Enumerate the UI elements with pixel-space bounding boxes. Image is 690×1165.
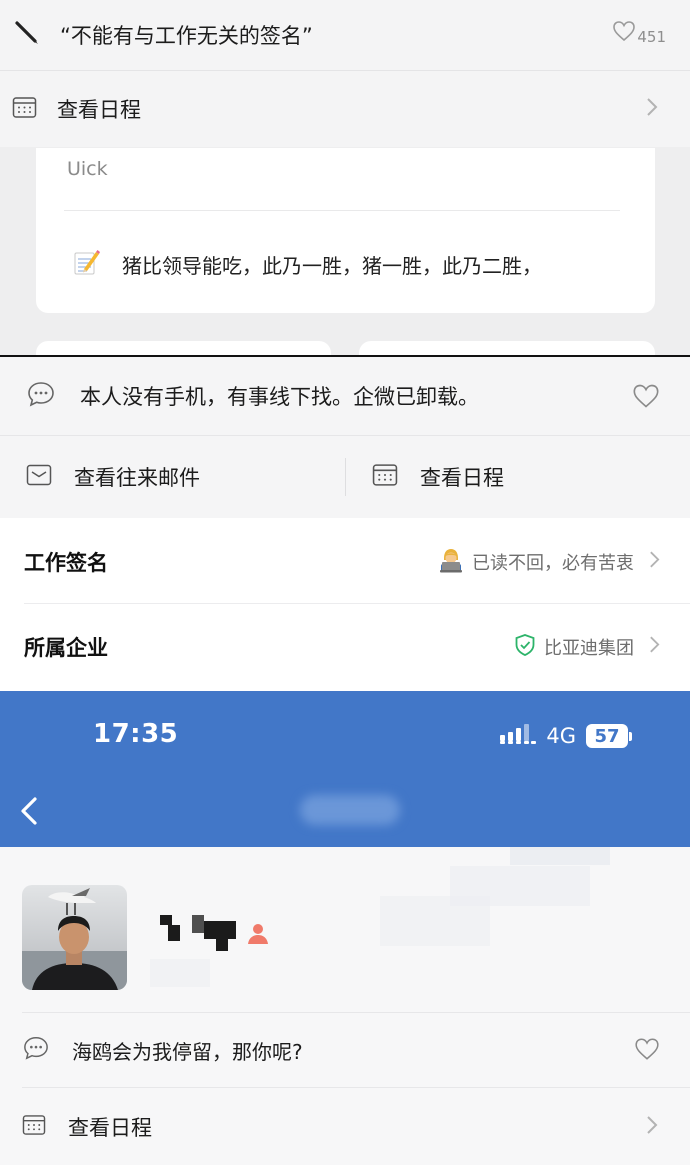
back-button[interactable] [18,795,40,831]
header-bar: 17:35 4G 57 [0,691,690,847]
pixelated-name [216,939,228,951]
divider [345,458,346,496]
company-name: 比亚迪集团 [544,637,634,659]
view-mail-button[interactable]: 查看往来邮件 [26,462,200,492]
status-time: 17:35 [93,719,179,749]
view-schedule-button[interactable]: 查看日程 [372,462,504,492]
mosaic-block [150,959,210,987]
schedule-row[interactable]: 查看日程 [0,71,690,147]
blurred-title [300,795,400,825]
mail-icon [26,463,52,491]
signature-row[interactable]: 海鸥会为我停留，那你呢? [0,1013,690,1087]
company-label: 所属企业 [24,635,108,660]
calendar-icon [22,1114,46,1140]
pencil-icon [14,20,40,50]
chevron-right-icon [646,1115,658,1139]
view-mail-label: 查看往来邮件 [74,466,200,490]
signature-text: “不能有与工作无关的签名” [60,24,313,48]
note-text: 猪比领导能吃，此乃一胜，猪一胜，此乃二胜， [122,253,542,278]
chat-bubble-icon [22,1035,50,1065]
pixelated-name [204,921,236,939]
note-line: 猪比领导能吃，此乃一胜，猪一胜，此乃二胜， [72,248,542,280]
signature-row[interactable]: 本人没有手机，有事线下找。企微已卸载。 [0,357,690,435]
signal-icon [500,723,537,749]
chevron-right-icon [649,635,660,658]
network-type: 4G [546,724,576,748]
pixelated-name [160,915,172,925]
note-card: Uick 猪比领导能吃，此乃一胜，猪一胜，此乃二胜， [36,148,655,313]
pixelated-name [168,925,180,941]
pixelated-name [192,915,204,933]
divider [64,210,620,211]
battery-tip [629,731,632,741]
heart-outline-icon [612,20,636,46]
work-signature-label: 工作签名 [24,550,108,575]
battery-indicator: 57 [586,724,628,748]
avatar[interactable] [22,885,127,990]
screenshot-bottom: 17:35 4G 57 海鸥会为我停留，那你呢? 查看日程 [0,691,690,1165]
heart-outline-icon[interactable] [632,383,660,413]
screenshot-top: “不能有与工作无关的签名” 451 查看日程 Uick 猪比领导能吃，此乃一胜，… [0,0,690,357]
memo-emoji-icon [72,248,100,280]
heart-outline-icon[interactable] [634,1037,660,1065]
calendar-icon [12,96,37,123]
company-row[interactable]: 所属企业 比亚迪集团 [0,604,690,689]
chevron-right-icon [646,97,658,121]
work-signature-value: 已读不回，必有苦衷 [438,546,634,578]
calendar-icon [372,463,398,491]
technologist-emoji-icon [438,546,464,578]
chevron-right-icon [649,550,660,573]
signature-text: 海鸥会为我停留，那你呢? [72,1039,303,1064]
work-signature-row[interactable]: 工作签名 已读不回，必有苦衷 [0,519,690,604]
shield-check-icon [514,633,536,661]
chat-bubble-icon [26,380,56,412]
like-button[interactable]: 451 [612,20,666,46]
mosaic-block [510,847,610,865]
view-schedule-label: 查看日程 [420,466,504,490]
like-count: 451 [637,28,666,46]
schedule-label: 查看日程 [57,98,141,122]
person-icon [246,923,270,949]
signature-text: 本人没有手机，有事线下找。企微已卸载。 [80,385,479,409]
mosaic-block [380,896,490,946]
signature-row[interactable]: “不能有与工作无关的签名” 451 [0,0,690,70]
status-icons: 4G 57 [500,723,632,749]
schedule-label: 查看日程 [68,1115,152,1140]
note-author: Uick [67,158,108,180]
schedule-row[interactable]: 查看日程 [0,1088,690,1165]
screenshot-middle: 本人没有手机，有事线下找。企微已卸载。 查看往来邮件 查看日程 工作签名 已读不… [0,357,690,691]
action-row: 查看往来邮件 查看日程 [0,436,690,518]
work-signature-text: 已读不回，必有苦衷 [472,552,634,574]
company-value: 比亚迪集团 [514,633,634,661]
